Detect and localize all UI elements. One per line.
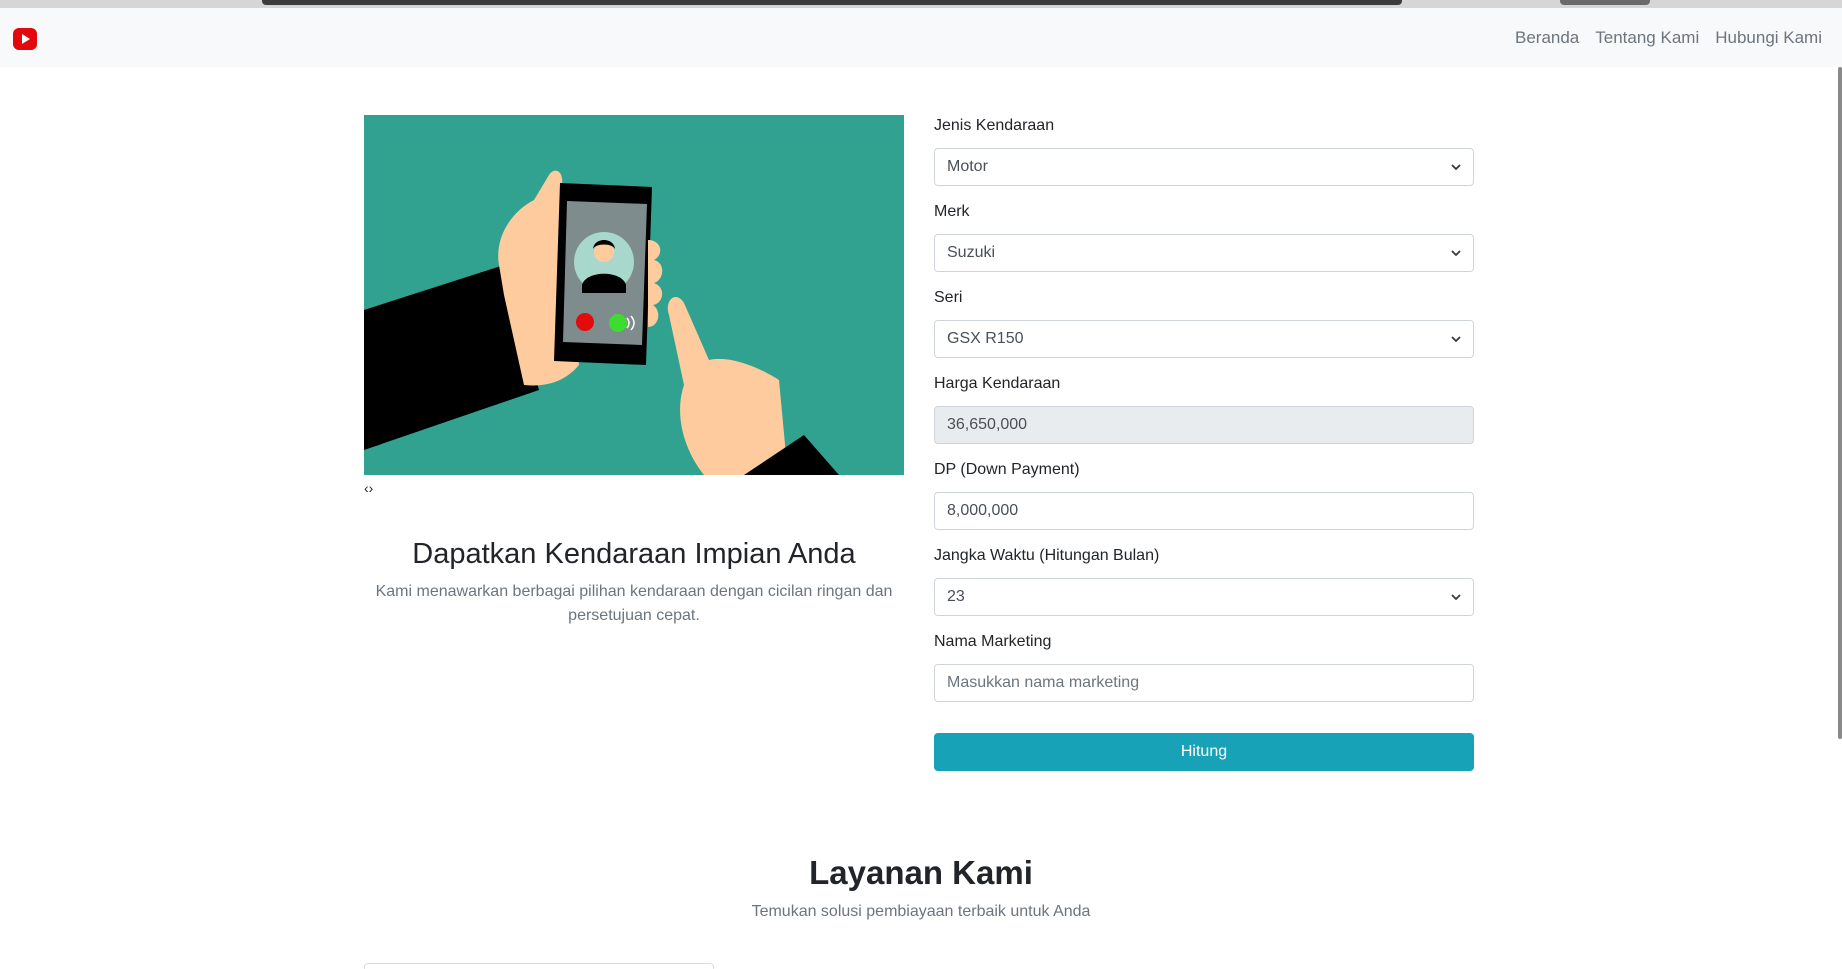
chevron-down-icon bbox=[1451, 336, 1461, 343]
hero-title: Dapatkan Kendaraan Impian Anda bbox=[412, 538, 856, 570]
seri-value: GSX R150 bbox=[947, 330, 1024, 347]
dp-input[interactable] bbox=[934, 492, 1474, 530]
harga-kendaraan-label: Harga Kendaraan bbox=[934, 375, 1061, 392]
field-dp: DP (Down Payment) bbox=[934, 460, 1474, 530]
jangka-waktu-label: Jangka Waktu (Hitungan Bulan) bbox=[934, 547, 1160, 564]
jenis-kendaraan-label: Jenis Kendaraan bbox=[934, 117, 1055, 134]
jangka-waktu-select[interactable]: 23 bbox=[934, 578, 1474, 616]
nama-marketing-input[interactable] bbox=[934, 664, 1474, 702]
nav-link-tentang-kami[interactable]: Tentang Kami bbox=[1595, 28, 1699, 48]
field-jangka-waktu: Jangka Waktu (Hitungan Bulan) 23 bbox=[934, 546, 1474, 616]
credit-form: Jenis Kendaraan Motor Merk Suzuki Seri G… bbox=[934, 116, 1474, 771]
carousel-controls[interactable]: ‹› bbox=[364, 480, 373, 496]
merk-value: Suzuki bbox=[947, 244, 996, 261]
merk-label: Merk bbox=[934, 203, 970, 220]
field-harga-kendaraan: Harga Kendaraan 36,650,000 bbox=[934, 374, 1474, 444]
page-scrollbar[interactable] bbox=[1838, 67, 1842, 739]
field-nama-marketing: Nama Marketing bbox=[934, 632, 1474, 702]
field-seri: Seri GSX R150 bbox=[934, 288, 1474, 358]
browser-top-strip bbox=[0, 0, 1842, 8]
youtube-play-icon[interactable] bbox=[13, 28, 37, 50]
nav-link-beranda[interactable]: Beranda bbox=[1515, 28, 1579, 48]
nama-marketing-label: Nama Marketing bbox=[934, 633, 1052, 650]
field-merk: Merk Suzuki bbox=[934, 202, 1474, 272]
service-card bbox=[364, 963, 714, 969]
services-subtitle: Temukan solusi pembiayaan terbaik untuk … bbox=[751, 903, 1091, 920]
nav-links: Beranda Tentang Kami Hubungi Kami bbox=[1499, 8, 1822, 67]
services-title: Layanan Kami bbox=[809, 854, 1033, 891]
chevron-down-icon bbox=[1451, 164, 1461, 171]
seri-select[interactable]: GSX R150 bbox=[934, 320, 1474, 358]
navbar: Beranda Tentang Kami Hubungi Kami bbox=[0, 8, 1842, 67]
nav-link-hubungi-kami[interactable]: Hubungi Kami bbox=[1715, 28, 1822, 48]
browser-tab-bar-secondary bbox=[1560, 0, 1650, 5]
harga-kendaraan-input: 36,650,000 bbox=[934, 406, 1474, 444]
jenis-kendaraan-value: Motor bbox=[947, 158, 988, 175]
field-jenis-kendaraan: Jenis Kendaraan Motor bbox=[934, 116, 1474, 186]
jenis-kendaraan-select[interactable]: Motor bbox=[934, 148, 1474, 186]
jangka-waktu-value: 23 bbox=[947, 588, 965, 605]
hitung-button[interactable]: Hitung bbox=[934, 733, 1474, 771]
browser-tab-bar bbox=[262, 0, 1402, 5]
merk-select[interactable]: Suzuki bbox=[934, 234, 1474, 272]
hero-description: Kami menawarkan berbagai pilihan kendara… bbox=[375, 583, 893, 624]
hero-illustration bbox=[364, 115, 904, 475]
chevron-down-icon bbox=[1451, 594, 1461, 601]
harga-kendaraan-value: 36,650,000 bbox=[947, 416, 1028, 433]
chevron-down-icon bbox=[1451, 250, 1461, 257]
seri-label: Seri bbox=[934, 289, 963, 306]
dp-label: DP (Down Payment) bbox=[934, 461, 1080, 478]
